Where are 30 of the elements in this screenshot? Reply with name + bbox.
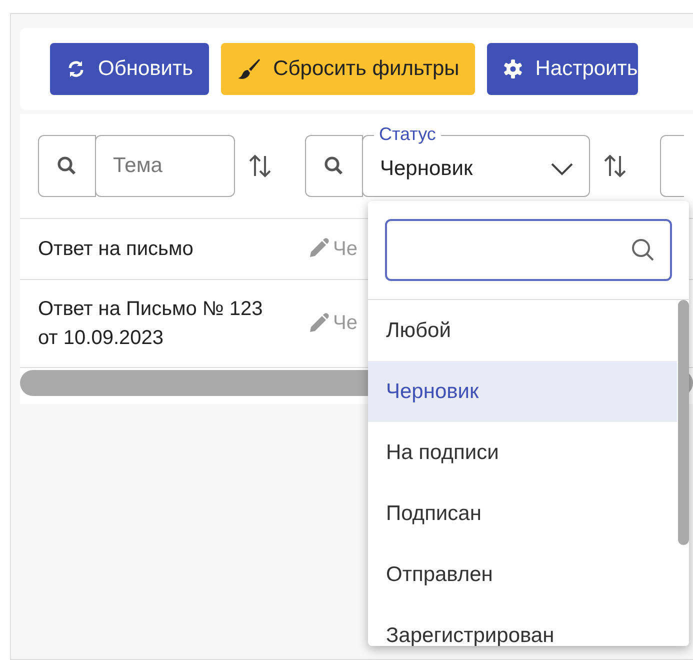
refresh-icon bbox=[66, 59, 86, 79]
search-icon bbox=[56, 155, 78, 177]
search-field[interactable] bbox=[385, 219, 672, 281]
search-icon bbox=[630, 237, 656, 263]
toolbar-button[interactable]: Сбросить фильтры bbox=[221, 43, 476, 95]
gear-icon bbox=[503, 59, 524, 79]
sort-icon[interactable] bbox=[602, 153, 628, 179]
subject-filter-field[interactable]: Тема bbox=[95, 135, 235, 197]
scrollbar[interactable] bbox=[678, 300, 689, 545]
sort-icon[interactable] bbox=[247, 153, 273, 179]
toolbar-button[interactable]: Настроить bbox=[487, 43, 638, 95]
dropdown-option[interactable]: Отправлен bbox=[368, 544, 677, 605]
field-label: Статус bbox=[374, 124, 441, 145]
toolbar-button[interactable]: Обновить bbox=[50, 43, 210, 95]
dropdown-option[interactable]: Зарегистрирован bbox=[368, 605, 677, 646]
status-select[interactable]: Статус Черновик bbox=[362, 124, 590, 197]
chevron-icon bbox=[550, 162, 574, 176]
pencil-icon bbox=[307, 238, 329, 260]
dropdown-option[interactable]: На подписи bbox=[368, 422, 677, 483]
status-text: Че bbox=[333, 312, 358, 335]
pencil-icon bbox=[307, 312, 329, 334]
brush-icon bbox=[237, 58, 262, 80]
search-button[interactable] bbox=[305, 135, 363, 197]
dropdown-option[interactable]: Подписан bbox=[368, 483, 677, 544]
dropdown-option[interactable]: Любой bbox=[368, 300, 677, 361]
status-text: Че bbox=[333, 238, 358, 260]
dropdown-option[interactable]: Черновик bbox=[368, 361, 677, 422]
table-cell-text: Ответ на письмо bbox=[38, 236, 194, 262]
search-icon bbox=[323, 155, 345, 177]
table-cell-text: Ответ на Письмо № 123 от 10.09.2023 bbox=[38, 296, 263, 350]
